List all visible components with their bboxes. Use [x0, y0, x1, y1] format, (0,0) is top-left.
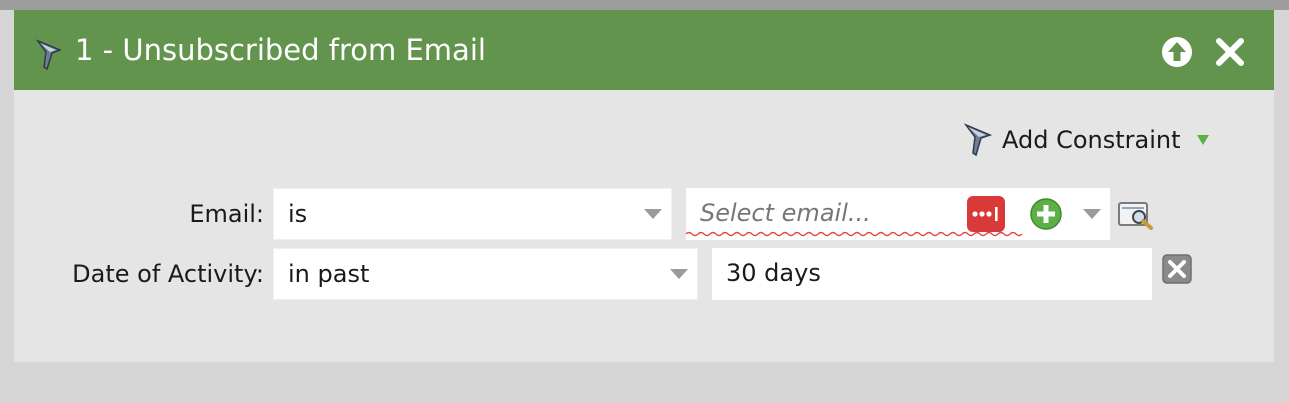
- email-operator-value: is: [288, 200, 308, 228]
- delete-constraint-icon[interactable]: [1162, 254, 1192, 284]
- filter-header: 1 - Unsubscribed from Email: [14, 10, 1274, 90]
- chevron-down-icon: [670, 269, 688, 279]
- add-constraint-label: Add Constraint: [1002, 126, 1181, 154]
- filter-funnel-icon: [36, 39, 63, 71]
- chevron-down-icon: [644, 209, 662, 219]
- date-operator-select[interactable]: in past: [273, 248, 698, 300]
- chevron-down-icon[interactable]: [1083, 209, 1101, 219]
- password-dots-icon[interactable]: [967, 196, 1005, 232]
- chevron-down-icon: [1197, 135, 1209, 145]
- date-value-input[interactable]: 30 days: [712, 248, 1152, 300]
- date-operator-value: in past: [288, 260, 370, 288]
- date-value-text[interactable]: 30 days: [726, 257, 821, 289]
- date-of-activity-label: Date of Activity:: [72, 260, 264, 288]
- filter-title: 1 - Unsubscribed from Email: [75, 33, 486, 67]
- filter-funnel-icon: [964, 123, 993, 157]
- move-up-icon[interactable]: [1161, 36, 1193, 68]
- email-label: Email:: [189, 200, 264, 228]
- close-icon[interactable]: [1214, 36, 1246, 68]
- plus-circle-icon[interactable]: [1030, 198, 1062, 230]
- top-strip: [0, 0, 1289, 10]
- preview-magnifier-icon[interactable]: [1118, 200, 1154, 230]
- email-picker-placeholder[interactable]: Select email...: [700, 197, 871, 229]
- email-operator-select[interactable]: is: [273, 188, 672, 240]
- email-picker[interactable]: Select email...: [686, 188, 1110, 240]
- smart-list-filter-panel: 1 - Unsubscribed from Email Add Constrai…: [14, 10, 1274, 362]
